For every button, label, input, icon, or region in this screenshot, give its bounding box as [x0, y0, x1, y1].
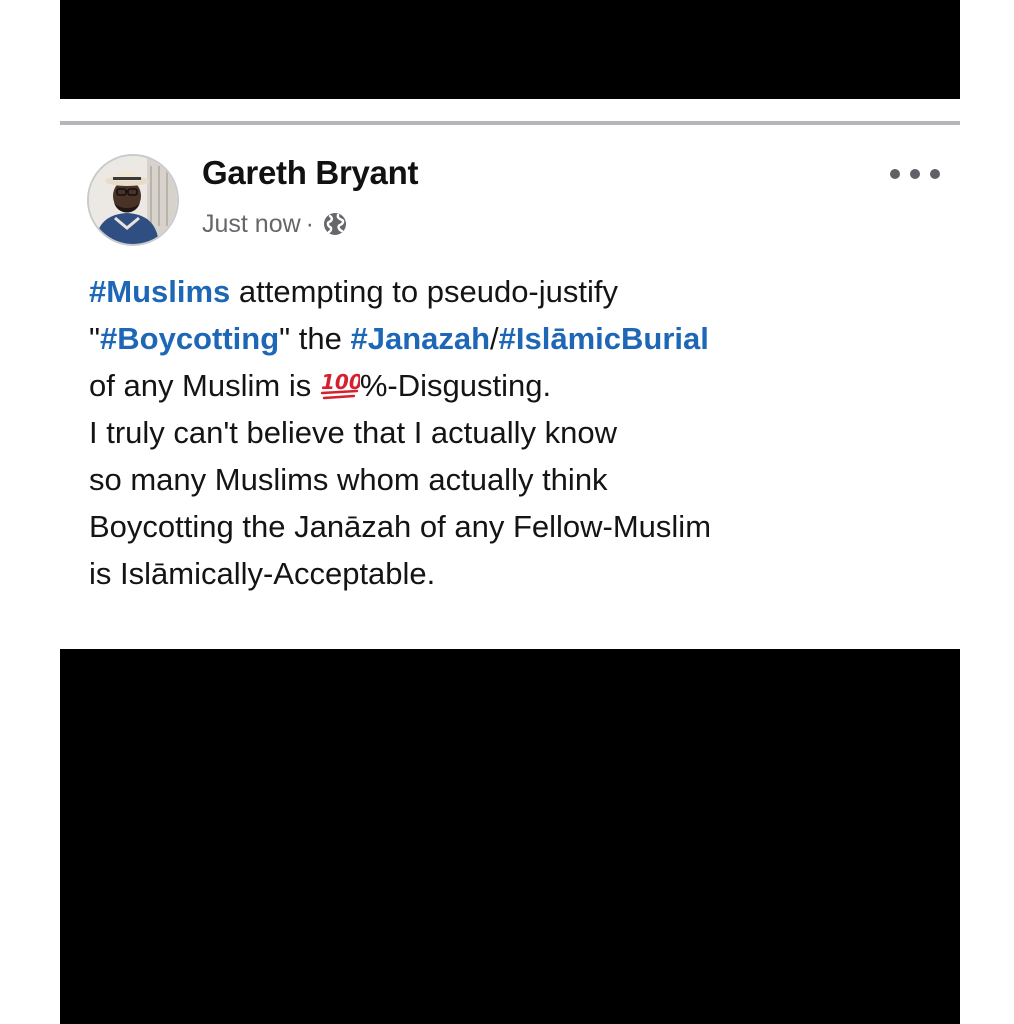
post-timestamp[interactable]: Just now — [202, 210, 301, 239]
post-text: / — [490, 321, 499, 356]
bottom-black-bar — [60, 649, 960, 1024]
post-line: so many Muslims whom actually think — [89, 462, 608, 497]
hashtag-link[interactable]: #Janazah — [350, 321, 490, 356]
post-meta: Just now · — [202, 207, 349, 241]
author-name[interactable]: Gareth Bryant — [202, 154, 418, 192]
more-dot — [890, 169, 900, 179]
post-text: %-Disgusting. — [359, 368, 552, 403]
screenshot-frame: Gareth Bryant Just now · #Muslims attemp… — [60, 0, 960, 1024]
top-black-bar — [60, 0, 960, 99]
post-body: #Muslims attempting to pseudo-justify "#… — [89, 268, 939, 597]
post-text: " the — [279, 321, 351, 356]
more-options-icon[interactable] — [890, 160, 940, 188]
more-dot — [910, 169, 920, 179]
hashtag-link[interactable]: #Muslims — [89, 274, 230, 309]
post-line: "#Boycotting" the #Janazah/#IslāmicBuria… — [89, 315, 939, 362]
more-dot — [930, 169, 940, 179]
post-line: is Islāmically-Acceptable. — [89, 556, 436, 591]
hashtag-link[interactable]: #Boycotting — [100, 321, 279, 356]
post-text: attempting to pseudo-justify — [230, 274, 618, 309]
feed-divider — [60, 121, 960, 125]
post-line: I truly can't believe that I actually kn… — [89, 415, 618, 450]
meta-separator: · — [305, 209, 314, 238]
post-text: of any Muslim is — [89, 368, 320, 403]
hundred-points-emoji-icon: 100 — [320, 370, 360, 400]
post-line: #Muslims attempting to pseudo-justify — [89, 268, 939, 315]
globe-icon[interactable] — [321, 210, 349, 238]
hashtag-link[interactable]: #IslāmicBurial — [499, 321, 709, 356]
post-line: of any Muslim is 100 %-Disgusting. — [89, 362, 939, 409]
post-line: Boycotting the Janāzah of any Fellow-Mus… — [89, 509, 712, 544]
profile-photo — [89, 156, 177, 244]
post-text: " — [89, 321, 101, 356]
avatar[interactable] — [87, 154, 179, 246]
